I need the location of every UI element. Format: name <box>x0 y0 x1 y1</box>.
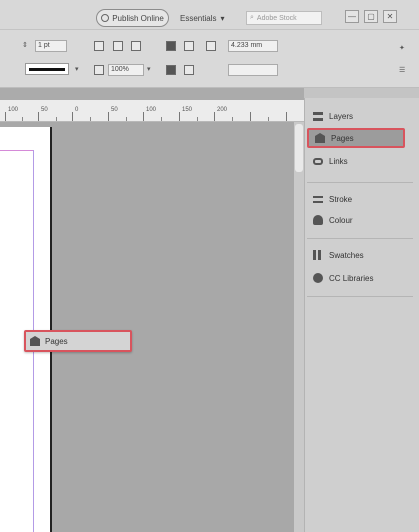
panel-item-label: Stroke <box>329 194 353 204</box>
panel-item-label: Pages <box>331 133 354 143</box>
colour-icon <box>313 215 323 225</box>
ruler-minor-tick <box>22 117 23 121</box>
floating-pages-panel-button[interactable]: Pages <box>24 330 132 352</box>
panel-group-divider <box>307 296 413 297</box>
maximize-icon: ▢ <box>367 12 375 21</box>
ruler-label: 100 <box>8 107 19 113</box>
dock-grip[interactable] <box>304 88 419 98</box>
ruler-label: 100 <box>146 107 157 113</box>
fill-frame-icon[interactable] <box>166 65 176 75</box>
panel-group-divider <box>307 238 413 239</box>
publish-online-button[interactable]: Publish Online <box>96 9 169 27</box>
stroke-type-dropdown-icon[interactable]: ▾ <box>75 65 79 73</box>
panel-item-label: Swatches <box>329 250 364 260</box>
vertical-scrollbar-thumb[interactable] <box>295 124 303 172</box>
stroke-type-swatch[interactable] <box>25 63 69 75</box>
tint-icon <box>94 65 104 75</box>
ruler-minor-tick <box>56 117 57 121</box>
panel-item-colour[interactable]: Colour <box>307 210 407 230</box>
links-icon <box>313 157 323 165</box>
align-right-icon[interactable] <box>131 41 141 51</box>
panel-item-layers[interactable]: Layers <box>307 106 407 126</box>
panel-menu-icon[interactable]: ☰ <box>399 66 405 74</box>
stroke-icon <box>313 195 323 203</box>
ruler-tick <box>5 112 6 121</box>
close-icon: ✕ <box>386 12 394 21</box>
panel-item-label: Colour <box>329 215 353 225</box>
fit-content-icon[interactable] <box>184 65 194 75</box>
ruler-tick <box>250 112 251 121</box>
ruler-tick <box>38 112 39 121</box>
offset-field[interactable]: 4.233 mm <box>228 40 278 52</box>
chevron-down-icon: ▾ <box>220 14 225 23</box>
offset-icon <box>206 41 216 51</box>
horizontal-ruler[interactable]: 100 50 0 50 100 150 200 <box>0 100 304 122</box>
ruler-minor-tick <box>197 117 198 121</box>
secondary-offset-field[interactable] <box>228 64 278 76</box>
pages-icon <box>315 133 325 143</box>
ruler-label: 50 <box>41 107 48 113</box>
vertical-scrollbar-track[interactable] <box>294 122 304 532</box>
align-center-icon[interactable] <box>113 41 123 51</box>
workspace-switcher[interactable]: Essentials ▾ <box>180 12 236 25</box>
workspace-label: Essentials <box>180 14 217 23</box>
stroke-weight-field[interactable]: 1 pt <box>35 40 67 52</box>
top-margin-guide <box>0 150 34 151</box>
panel-item-stroke[interactable]: Stroke <box>307 189 407 209</box>
publish-icon <box>101 14 110 22</box>
panel-item-links[interactable]: Links <box>307 151 407 171</box>
text-wrap-box-icon[interactable] <box>184 41 194 51</box>
align-left-icon[interactable] <box>94 41 104 51</box>
cc-libraries-icon <box>313 273 323 283</box>
ruler-tick <box>286 112 287 121</box>
ruler-tick <box>72 112 73 121</box>
close-button[interactable]: ✕ <box>383 10 397 23</box>
panel-group-divider <box>307 182 413 183</box>
panel-item-label: Links <box>329 156 348 166</box>
ruler-minor-tick <box>232 117 233 121</box>
ruler-label: 50 <box>111 107 118 113</box>
tint-field[interactable]: 100% <box>108 64 144 76</box>
minimize-icon: — <box>348 12 356 21</box>
panel-item-label: CC Libraries <box>329 273 374 283</box>
ruler-label: 150 <box>182 107 193 113</box>
ruler-label: 0 <box>75 107 79 113</box>
app-bar: Publish Online Essentials ▾ ⌕ Adobe Stoc… <box>0 0 419 30</box>
stock-search[interactable]: ⌕ Adobe Stock <box>246 11 322 25</box>
layers-icon <box>313 111 323 121</box>
panel-item-label: Layers <box>329 111 354 121</box>
ruler-tick <box>108 112 109 121</box>
panel-item-cc-libraries[interactable]: CC Libraries <box>307 268 407 288</box>
panel-item-pages[interactable]: Pages <box>307 128 405 148</box>
ruler-minor-tick <box>126 117 127 121</box>
tint-dropdown-icon[interactable]: ▾ <box>147 65 151 73</box>
stock-search-placeholder: Adobe Stock <box>256 14 297 22</box>
minimize-button[interactable]: — <box>345 10 359 23</box>
ruler-tick <box>143 112 144 121</box>
ruler-tick <box>179 112 180 121</box>
ruler-minor-tick <box>268 117 269 121</box>
pin-icon[interactable]: ✦ <box>399 44 405 52</box>
ruler-label: 200 <box>217 107 228 113</box>
search-icon: ⌕ <box>250 14 254 21</box>
pages-icon <box>30 336 40 346</box>
ruler-tick <box>214 112 215 121</box>
control-panel: 1 pt ⇕ 4.233 mm ✦ ▾ 100% ▾ ☰ <box>0 30 419 88</box>
ruler-minor-tick <box>90 117 91 121</box>
panel-item-swatches[interactable]: Swatches <box>307 245 407 265</box>
text-wrap-icon[interactable] <box>166 41 176 51</box>
publish-online-label: Publish Online <box>112 13 164 23</box>
indesign-window: Publish Online Essentials ▾ ⌕ Adobe Stoc… <box>0 0 419 532</box>
maximize-button[interactable]: ▢ <box>364 10 378 23</box>
floating-pages-label: Pages <box>45 336 68 346</box>
swatches-icon <box>313 250 323 260</box>
stroke-weight-stepper[interactable]: ⇕ <box>22 41 28 49</box>
ruler-minor-tick <box>161 117 162 121</box>
